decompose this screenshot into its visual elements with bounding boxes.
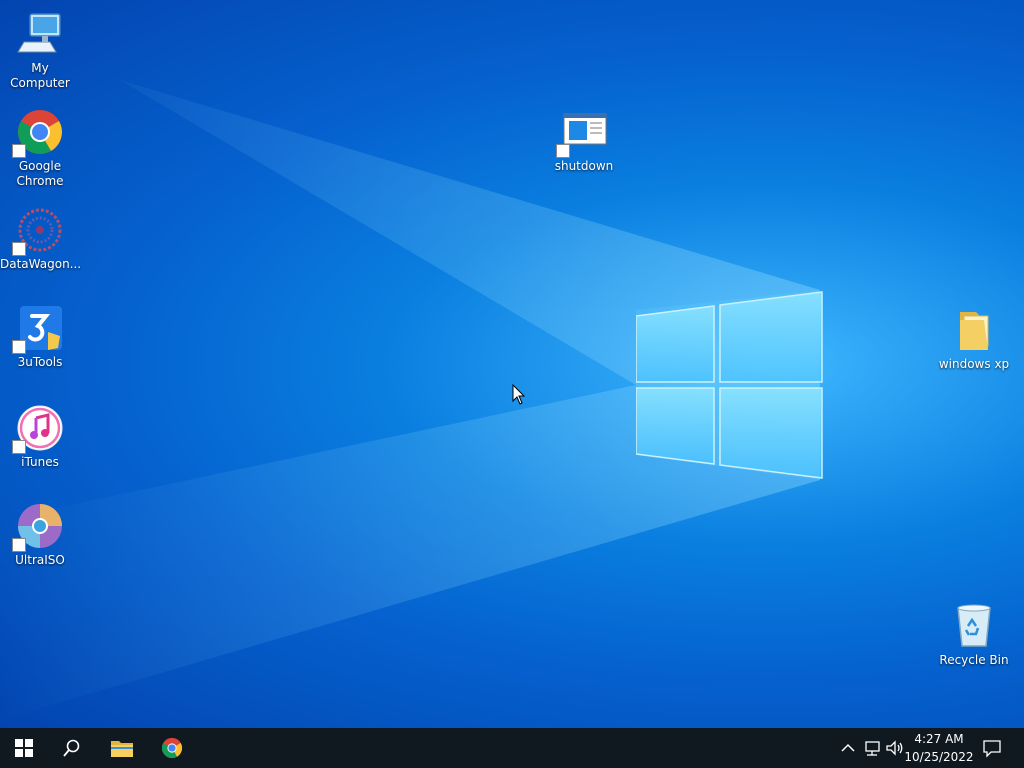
chrome-icon — [12, 108, 64, 158]
3utools-icon — [12, 304, 64, 354]
recycle-bin-icon — [950, 602, 998, 650]
chrome-icon — [161, 737, 183, 759]
mouse-cursor-icon — [512, 384, 526, 405]
computer-icon — [16, 10, 64, 58]
icon-label: Google Chrome — [16, 159, 64, 188]
icon-label: iTunes — [21, 455, 59, 469]
windows-logo — [636, 291, 823, 479]
icon-label: 3uTools — [17, 355, 63, 369]
desktop-icon-3utools[interactable]: 3uTools — [0, 304, 80, 370]
volume-icon[interactable] — [884, 738, 904, 758]
taskbar-chrome[interactable] — [148, 728, 196, 768]
chevron-up-icon[interactable] — [838, 738, 858, 758]
desktop-icon-windows-xp-folder[interactable]: windows xp — [934, 306, 1014, 372]
shortcut-arrow-icon — [12, 144, 26, 158]
desktop-icon-shutdown[interactable]: shutdown — [544, 108, 624, 174]
clock-time: 4:27 AM — [914, 732, 964, 746]
taskbar: 4:27 AM 10/25/2022 — [0, 728, 1024, 768]
shortcut-arrow-icon — [12, 538, 26, 552]
icon-label: shutdown — [554, 159, 614, 173]
desktop-icon-ultraiso[interactable]: UltraISO — [0, 502, 80, 568]
search-button[interactable] — [48, 728, 96, 768]
windows-start-icon — [15, 739, 33, 757]
clock-date: 10/25/2022 — [904, 750, 974, 764]
desktop: My Computer Google Chrome DataWagon... 3… — [0, 0, 1024, 728]
icon-label: Recycle Bin — [939, 653, 1009, 667]
ultraiso-icon — [12, 502, 64, 552]
shortcut-arrow-icon — [12, 340, 26, 354]
shortcut-arrow-icon — [556, 144, 570, 158]
datawagon-icon — [12, 206, 64, 256]
desktop-icon-itunes[interactable]: iTunes — [0, 404, 80, 470]
icon-label: UltraISO — [15, 553, 65, 567]
wallpaper-light-beam — [0, 80, 820, 720]
desktop-icon-my-computer[interactable]: My Computer — [0, 10, 80, 91]
taskbar-file-explorer[interactable] — [98, 728, 146, 768]
icon-label: DataWagon... — [0, 257, 82, 271]
shortcut-arrow-icon — [12, 440, 26, 454]
action-center-icon[interactable] — [982, 738, 1002, 758]
desktop-icon-datawagon[interactable]: DataWagon... — [0, 206, 82, 272]
icon-label: windows xp — [938, 357, 1010, 371]
start-button[interactable] — [0, 728, 48, 768]
network-icon[interactable] — [862, 738, 882, 758]
desktop-icon-google-chrome[interactable]: Google Chrome — [0, 108, 80, 189]
file-explorer-icon — [111, 741, 133, 757]
icon-label: My Computer — [10, 61, 70, 90]
desktop-icon-recycle-bin[interactable]: Recycle Bin — [934, 602, 1014, 668]
shortcut-arrow-icon — [12, 242, 26, 256]
itunes-icon — [12, 404, 64, 454]
taskbar-clock[interactable]: 4:27 AM 10/25/2022 — [904, 730, 974, 766]
shutdown-icon — [556, 108, 608, 158]
folder-icon — [950, 306, 998, 354]
search-icon — [63, 739, 80, 757]
